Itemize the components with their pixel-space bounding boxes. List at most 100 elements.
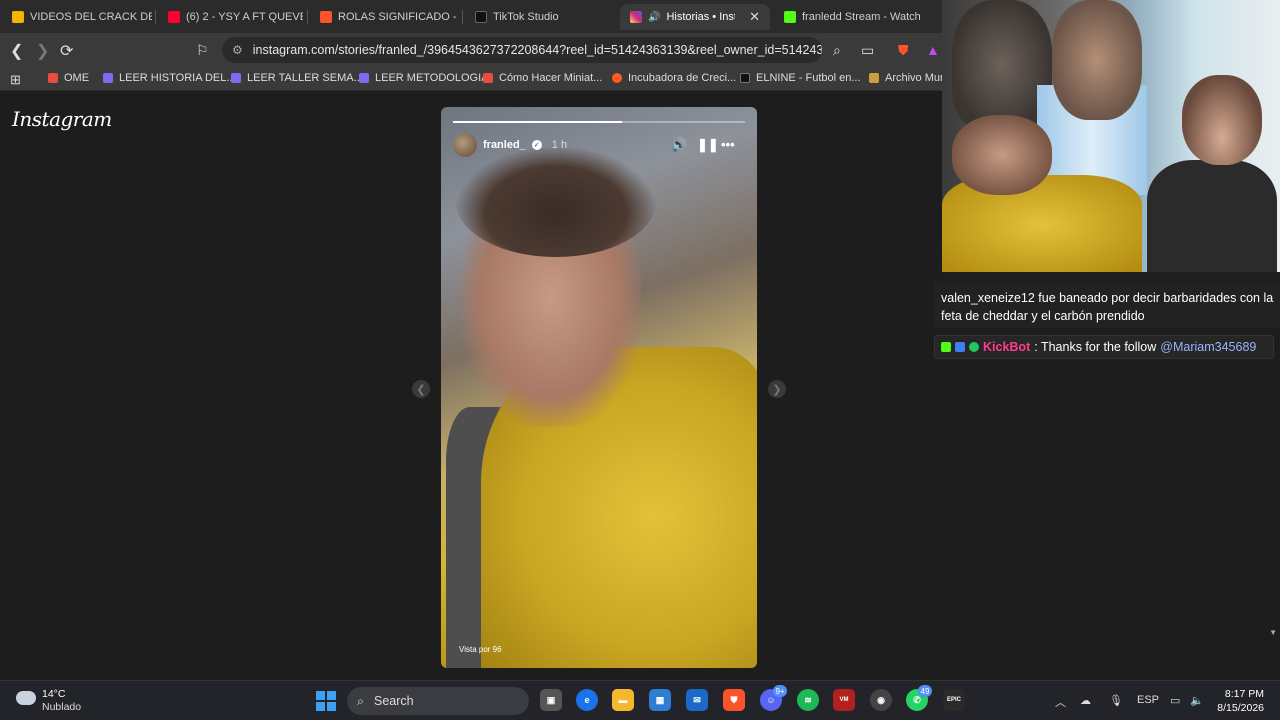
- brave-icon[interactable]: ⛊: [723, 689, 745, 711]
- tab-franledd-stream[interactable]: franledd Stream - Watch: [774, 4, 924, 30]
- chevron-up-icon[interactable]: ︿: [1055, 694, 1066, 710]
- bookmark-label: LEER HISTORIA DEL...: [119, 72, 236, 84]
- youtube-icon: [168, 11, 180, 23]
- tiktok-icon: [475, 11, 487, 23]
- bookmark-item[interactable]: OME: [48, 72, 89, 84]
- zoom-icon[interactable]: ⌕: [833, 42, 841, 59]
- edge-icon[interactable]: e: [576, 689, 598, 711]
- bookmark-label: LEER TALLER SEMA...: [247, 72, 363, 84]
- apps-grid-icon[interactable]: ⊞: [10, 72, 21, 88]
- brave-rewards-icon[interactable]: ▲: [926, 42, 940, 58]
- bookmark-label: Archivo Mun: [885, 72, 947, 84]
- bookmark-item[interactable]: LEER HISTORIA DEL...: [103, 72, 236, 84]
- bookmark-favicon-icon: [103, 73, 113, 83]
- story-photo-hair: [456, 147, 656, 257]
- next-story-button[interactable]: ❯: [768, 380, 786, 398]
- bookmark-label: OME: [64, 72, 90, 84]
- story-view-count[interactable]: Vista por 96: [459, 645, 502, 654]
- verified-icon: ✓: [531, 140, 542, 150]
- spotify-icon[interactable]: ≋: [797, 689, 819, 711]
- tab-videos-del-crack[interactable]: VIDEOS DEL CRACK DE CI: [2, 4, 152, 30]
- chat-mention[interactable]: @Mariam345689: [1160, 340, 1256, 354]
- bookmark-label: LEER METODOLOGIA: [375, 72, 489, 84]
- network-icon[interactable]: ▭: [1170, 694, 1180, 707]
- tab-tiktok-studio[interactable]: TikTok Studio: [465, 4, 615, 30]
- bookmark-item[interactable]: Cómo Hacer Miniat...: [483, 72, 602, 84]
- cloud-icon[interactable]: [16, 691, 36, 705]
- language-indicator[interactable]: ESP: [1137, 694, 1159, 706]
- webcam-person-face: [952, 115, 1052, 195]
- instagram-logo[interactable]: Instagram: [12, 107, 112, 131]
- story-timestamp: 1 h: [551, 139, 568, 151]
- bookmark-favicon-icon: [48, 73, 58, 83]
- bookmarks-bar: ⊞ OME LEER HISTORIA DEL... LEER TALLER S…: [0, 67, 946, 91]
- pause-icon[interactable]: ❚❚: [697, 137, 719, 153]
- webcam-streamer-body: [1147, 160, 1277, 272]
- browser-tab-bar: VIDEOS DEL CRACK DE CI (6) 2 - YSY A FT …: [0, 0, 942, 33]
- reload-icon[interactable]: ⟳: [60, 41, 73, 61]
- close-icon[interactable]: ✕: [749, 9, 760, 25]
- search-icon: ⌕: [357, 693, 365, 708]
- brave-icon: [320, 11, 332, 23]
- tab-title: Historias • Instagram: [666, 11, 735, 23]
- system-clock[interactable]: 8:17 PM 8/15/2026: [1217, 687, 1264, 715]
- weather-condition[interactable]: Nublado: [42, 701, 81, 713]
- stream-chat: valen_xeneize12 fue baneado por decir ba…: [934, 283, 1280, 680]
- cast-icon[interactable]: ▭: [861, 42, 874, 59]
- discord-notification-badge: 9+: [773, 685, 787, 697]
- onedrive-icon[interactable]: ☁: [1080, 694, 1091, 707]
- bookmark-favicon-icon: [740, 73, 750, 83]
- windows-start-button[interactable]: [316, 691, 336, 711]
- taskbar-search[interactable]: ⌕ Search: [347, 687, 529, 715]
- google-drive-icon: [12, 11, 24, 23]
- back-icon[interactable]: ❮: [10, 41, 23, 61]
- story-viewer[interactable]: franled_ ✓ 1 h 🔊 ❚❚ ••• Vista por 96: [441, 107, 757, 668]
- tab-instagram-historias[interactable]: 🔊 Historias • Instagram ✕: [620, 4, 770, 30]
- chat-username[interactable]: KickBot: [983, 340, 1030, 354]
- file-explorer-icon[interactable]: ▬: [612, 689, 634, 711]
- bookmark-item[interactable]: Archivo Mun: [869, 72, 946, 84]
- tab-title: VIDEOS DEL CRACK DE CI: [30, 11, 152, 23]
- chat-message-bot: KickBot : Thanks for the follow @Mariam3…: [934, 335, 1274, 359]
- bookmark-item[interactable]: Incubadora de Creci...: [612, 72, 736, 84]
- bookmark-favicon-icon: [612, 73, 622, 83]
- outlook-icon[interactable]: ✉: [686, 689, 708, 711]
- story-username[interactable]: franled_: [483, 139, 526, 151]
- voicemeeter-icon[interactable]: VM: [833, 689, 855, 711]
- bookmark-item[interactable]: ELNINE - Futbol en...: [740, 72, 861, 84]
- epic-games-icon[interactable]: EPIC: [943, 689, 965, 711]
- streamer-webcam: [942, 0, 1280, 272]
- bookmark-label: Incubadora de Creci...: [628, 72, 737, 84]
- webcam-background-person: [1052, 0, 1142, 120]
- bookmark-label: ELNINE - Futbol en...: [756, 72, 861, 84]
- webcam-person-hoodie: [942, 175, 1142, 272]
- bookmark-item[interactable]: LEER TALLER SEMA...: [231, 72, 363, 84]
- microsoft-store-icon[interactable]: ▦: [649, 689, 671, 711]
- avatar[interactable]: [453, 133, 477, 157]
- more-options-icon[interactable]: •••: [721, 137, 735, 152]
- bookmark-item[interactable]: LEER METODOLOGIA: [359, 72, 489, 84]
- weather-temperature[interactable]: 14°C: [42, 688, 65, 700]
- obs-icon[interactable]: ◉: [870, 689, 892, 711]
- instagram-icon: [630, 11, 642, 23]
- whatsapp-notification-badge: 49: [918, 685, 932, 697]
- tab-youtube[interactable]: (6) 2 - YSY A FT QUEVEDO: [158, 4, 303, 30]
- verified-badge-icon: [969, 342, 979, 352]
- site-info-icon[interactable]: ⚙: [232, 43, 243, 57]
- brave-shields-icon[interactable]: ⛊: [898, 42, 909, 59]
- scroll-down-icon[interactable]: ▼: [1269, 628, 1277, 637]
- microphone-icon[interactable]: 🎙: [1109, 694, 1123, 707]
- bookmark-icon[interactable]: ⚐: [196, 42, 209, 59]
- address-bar[interactable]: ⚙ instagram.com/stories/franled_/3964543…: [222, 37, 822, 63]
- tab-title: (6) 2 - YSY A FT QUEVEDO: [186, 11, 303, 23]
- story-header: franled_ ✓ 1 h: [453, 133, 567, 157]
- instagram-page: Instagram ❮ ❯ franled_ ✓ 1 h 🔊 ❚❚ ••• Vi…: [0, 92, 942, 680]
- tab-divider: [155, 10, 156, 24]
- volume-icon[interactable]: 🔊: [671, 137, 687, 153]
- previous-story-button[interactable]: ❮: [412, 380, 430, 398]
- task-view-icon[interactable]: ▣: [540, 689, 562, 711]
- browser-toolbar: ❮ ❯ ⟳ ⚐ ⚙ instagram.com/stories/franled_…: [0, 33, 942, 67]
- speaker-icon[interactable]: 🔈: [1190, 694, 1204, 707]
- forward-icon[interactable]: ❯: [36, 41, 49, 61]
- tab-rolas-significado[interactable]: ROLAS SIGNIFICADO - Br: [310, 4, 460, 30]
